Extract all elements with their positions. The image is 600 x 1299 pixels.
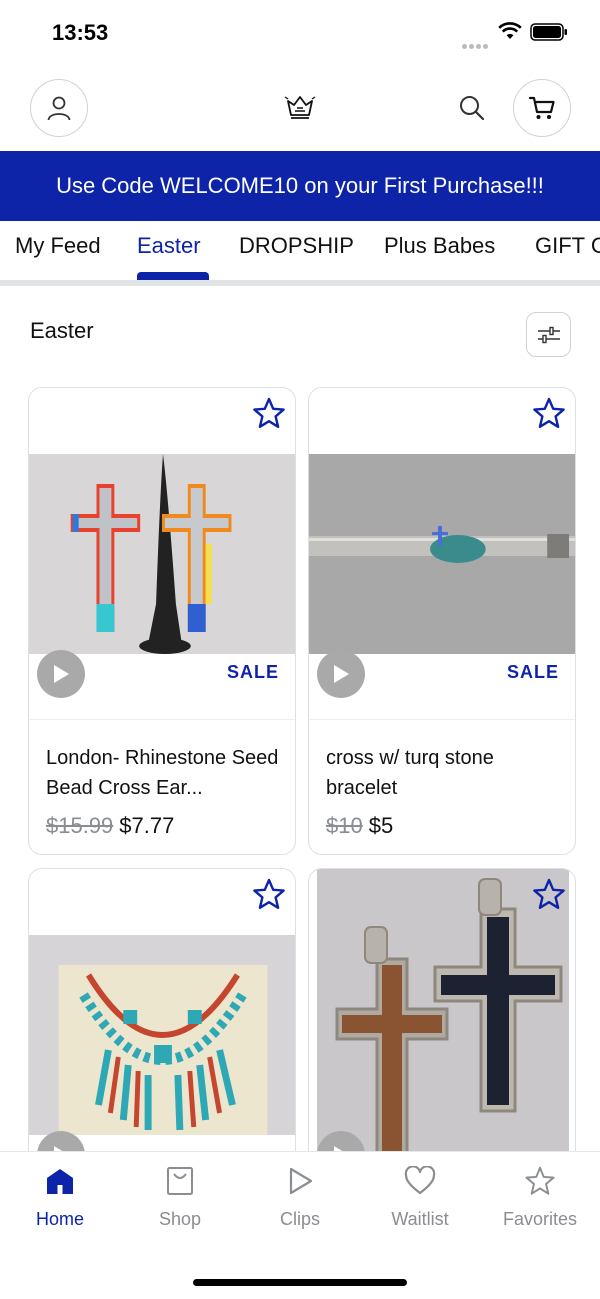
product-image[interactable] bbox=[29, 935, 295, 1135]
tab-dropship[interactable]: DROPSHIP bbox=[239, 233, 354, 259]
status-time: 13:53 bbox=[52, 20, 109, 45]
product-price: $15.99 $7.77 bbox=[46, 813, 174, 839]
category-tabs: My Feed Easter DROPSHIP Plus Babes GIFT … bbox=[0, 221, 600, 285]
nav-waitlist-label: Waitlist bbox=[391, 1209, 449, 1229]
heart-icon bbox=[404, 1165, 436, 1195]
person-icon bbox=[47, 96, 71, 121]
sale-badge: SALE bbox=[226, 662, 279, 682]
promo-text: Use Code WELCOME10 on your First Purchas… bbox=[56, 173, 544, 198]
shopping-bag-icon bbox=[167, 1167, 193, 1195]
tabs-divider bbox=[0, 280, 600, 286]
sale-price: $7.77 bbox=[119, 813, 175, 838]
product-card[interactable]: SALE London- Rhinestone Seed Bead Cross … bbox=[28, 387, 296, 855]
tab-my-feed[interactable]: My Feed bbox=[15, 233, 101, 259]
sale-badge: SALE bbox=[506, 662, 559, 682]
tab-easter[interactable]: Easter bbox=[137, 233, 201, 259]
video-play-button[interactable] bbox=[317, 650, 365, 698]
product-title[interactable]: London- Rhinestone Seed Bead Cross Ear..… bbox=[46, 743, 282, 803]
cart-icon bbox=[528, 96, 555, 119]
tab-gift[interactable]: GIFT C bbox=[535, 233, 600, 259]
home-indicator bbox=[193, 1279, 407, 1286]
product-title[interactable]: cross w/ turq stone bracelet bbox=[326, 743, 562, 803]
nav-clips-label: Clips bbox=[279, 1209, 320, 1229]
section-title: Easter bbox=[30, 318, 94, 343]
product-card[interactable]: SALE cross w/ turq stone bracelet $10 $5 bbox=[308, 387, 576, 855]
crown-logo-icon[interactable] bbox=[282, 93, 318, 121]
play-icon bbox=[289, 1167, 313, 1195]
original-price: $10 bbox=[326, 813, 363, 838]
nav-favorites[interactable]: Favorites bbox=[480, 1166, 600, 1230]
play-icon bbox=[334, 665, 349, 683]
tab-plus-babes[interactable]: Plus Babes bbox=[384, 233, 495, 259]
favorite-star-icon[interactable] bbox=[531, 877, 567, 913]
product-image[interactable] bbox=[309, 454, 575, 654]
product-image[interactable] bbox=[29, 454, 295, 654]
favorite-star-icon[interactable] bbox=[531, 396, 567, 432]
original-price: $15.99 bbox=[46, 813, 114, 838]
filter-button[interactable] bbox=[526, 312, 571, 357]
video-play-button[interactable] bbox=[37, 650, 85, 698]
bottom-nav: Home Shop Clips Waitlist Favorites bbox=[0, 1151, 600, 1299]
nav-shop[interactable]: Shop bbox=[120, 1166, 240, 1230]
nav-favorites-label: Favorites bbox=[502, 1209, 578, 1229]
nav-home[interactable]: Home bbox=[0, 1166, 120, 1230]
active-tab-indicator bbox=[137, 272, 209, 280]
nav-shop-label: Shop bbox=[158, 1209, 202, 1229]
product-price: $10 $5 bbox=[326, 813, 393, 839]
play-icon bbox=[54, 665, 69, 683]
product-card[interactable] bbox=[308, 868, 576, 1168]
wifi-icon bbox=[498, 22, 522, 39]
nav-waitlist[interactable]: Waitlist bbox=[360, 1165, 480, 1230]
promo-banner[interactable]: Use Code WELCOME10 on your First Purchas… bbox=[0, 151, 600, 221]
battery-icon bbox=[530, 23, 567, 41]
favorite-star-icon[interactable] bbox=[251, 396, 287, 432]
nav-home-label: Home bbox=[35, 1209, 84, 1229]
profile-button[interactable] bbox=[30, 79, 88, 137]
product-card[interactable] bbox=[28, 868, 296, 1168]
product-image[interactable] bbox=[317, 869, 569, 1168]
nav-clips[interactable]: Clips bbox=[240, 1166, 360, 1230]
sale-price: $5 bbox=[368, 813, 394, 838]
cart-button[interactable] bbox=[513, 79, 571, 137]
home-icon bbox=[47, 1169, 73, 1194]
search-icon[interactable] bbox=[458, 94, 486, 122]
sliders-icon bbox=[537, 326, 560, 343]
status-bar: 13:53 bbox=[0, 0, 600, 66]
star-icon bbox=[525, 1166, 555, 1195]
favorite-star-icon[interactable] bbox=[251, 877, 287, 913]
cellular-signal-icon bbox=[462, 36, 490, 54]
